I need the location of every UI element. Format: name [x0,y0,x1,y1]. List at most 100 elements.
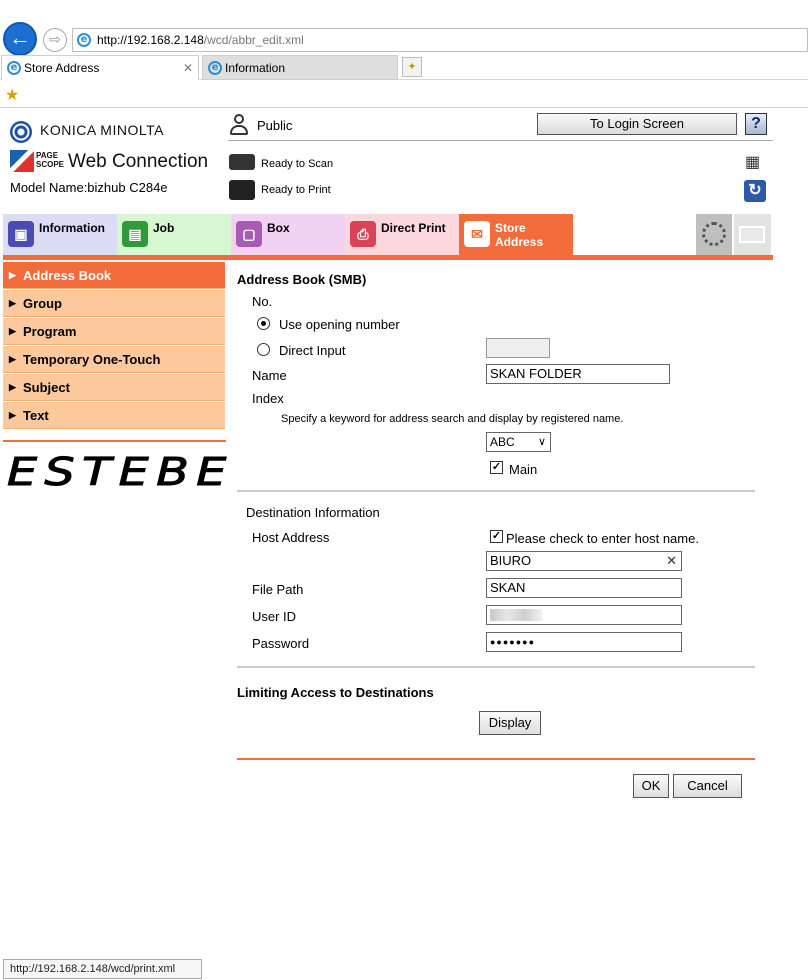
sidebar-item-group[interactable]: ▶ Group [3,290,225,317]
footer-divider [237,758,755,760]
sidebar-item-label: Text [23,408,49,423]
sidebar-item-address-book[interactable]: ▶ Address Book [3,262,225,289]
direct-input-label: Direct Input [279,343,346,358]
ie-icon: e [208,61,222,75]
main-label: Main [509,462,538,477]
ie-icon: e [77,33,91,47]
tab-label: Job [153,221,175,235]
index-hint: Specify a keyword for address search and… [281,413,624,425]
index-label: Index [252,391,284,406]
konica-minolta-logo-icon [10,121,32,143]
card-icon [739,226,765,243]
user-id-input[interactable] [486,605,682,625]
cancel-button[interactable]: Cancel [673,774,742,798]
url-host: http://192.168.2.148 [97,33,204,47]
sidebar-item-label: Subject [23,380,70,395]
user-id-label: User ID [252,609,297,624]
network-icon[interactable]: ▦ [745,152,760,172]
scanner-icon [229,154,255,170]
name-input[interactable]: SKAN FOLDER [486,364,670,384]
browser-tab-information[interactable]: e Information [202,55,398,80]
user-mode: Public [257,118,293,133]
model-name: Model Name:bizhub C284e [10,180,168,195]
name-label: Name [252,368,287,383]
triangle-right-icon: ▶ [9,382,16,392]
password-input[interactable]: ●●●●●●● [486,632,682,652]
ie-icon: e [7,61,21,75]
sidebar-item-temporary-one-touch[interactable]: ▶ Temporary One-Touch [3,346,225,373]
pagescope-label: PAGE SCOPE [36,151,65,169]
favorites-star-icon[interactable]: ★ [5,85,19,105]
display-button[interactable]: Display [479,711,541,735]
store-address-icon: ✉ [464,221,490,247]
file-path-input[interactable]: SKAN [486,578,682,598]
url-path: /wcd/abbr_edit.xml [203,33,304,47]
browser-tab-label: Information [225,61,286,75]
sidebar-item-text[interactable]: ▶ Text [3,402,225,429]
tab-job[interactable]: ▤ Job [117,214,231,255]
triangle-right-icon: ▶ [9,270,16,280]
tab-information[interactable]: ▣ Information [3,214,117,255]
sidebar-item-program[interactable]: ▶ Program [3,318,225,345]
triangle-right-icon: ▶ [9,326,16,336]
pagescope-logo-icon [10,150,34,172]
file-path-label: File Path [252,582,304,597]
tab-underline [3,255,773,260]
information-icon: ▣ [8,221,34,247]
host-name-check-label: Please check to enter host name. [506,531,699,546]
browser-chrome: ← ⇨ e http://192.168.2.148/wcd/abbr_edit… [0,0,808,108]
refresh-icon[interactable]: ↻ [744,180,766,202]
sidebar-item-label: Address Book [23,268,112,283]
sidebar-item-label: Temporary One-Touch [23,352,161,367]
form-title: Address Book (SMB) [237,272,367,287]
clear-icon[interactable]: ✕ [666,552,677,570]
host-address-input[interactable]: BIURO ✕ [486,551,682,571]
header-divider [228,140,773,141]
scan-status: Ready to Scan [261,158,334,170]
link-status-bar: http://192.168.2.148/wcd/print.xml [3,959,202,979]
host-address-label: Host Address [252,530,330,545]
browser-tab-label: Store Address [24,61,100,75]
index-select[interactable]: ABC ∨ [486,432,551,452]
tab-box[interactable]: ▢ Box [231,214,345,255]
direct-print-icon: ⎙ [350,221,376,247]
triangle-right-icon: ▶ [9,410,16,420]
ok-button[interactable]: OK [633,774,669,798]
help-icon[interactable]: ? [745,113,767,135]
use-opening-number-label: Use opening number [279,317,400,332]
print-status: Ready to Print [261,184,331,196]
index-select-value: ABC [490,435,515,449]
tab-store-address[interactable]: ✉ Store Address [459,214,573,255]
host-address-value: BIURO [490,553,532,568]
tab-label: Information [39,221,105,235]
section-divider [237,490,755,492]
tab-label: Box [267,221,290,235]
tab-label: Direct Print [381,221,446,235]
destination-info-title: Destination Information [246,505,380,520]
browser-tab-store-address[interactable]: e Store Address ✕ [1,55,199,80]
product-name: Web Connection [68,151,209,172]
tab-direct-print[interactable]: ⎙ Direct Print [345,214,459,255]
address-bar[interactable]: e http://192.168.2.148/wcd/abbr_edit.xml [72,28,808,52]
job-icon: ▤ [122,221,148,247]
tab-label: Store Address [495,221,544,249]
sidebar-item-subject[interactable]: ▶ Subject [3,374,225,401]
redacted-user-id [490,609,542,621]
limiting-access-title: Limiting Access to Destinations [237,685,434,700]
direct-input-field[interactable] [486,338,550,358]
direct-input-radio[interactable] [257,343,270,356]
triangle-right-icon: ▶ [9,298,16,308]
use-opening-number-radio[interactable] [257,317,270,330]
close-icon[interactable]: ✕ [183,56,193,80]
sidebar-item-label: Group [23,296,62,311]
password-label: Password [252,636,310,651]
sidebar-item-label: Program [23,324,77,339]
box-icon: ▢ [236,221,262,247]
new-tab-icon[interactable]: ✦ [402,57,422,77]
host-name-checkbox[interactable]: ✓ [490,530,503,543]
forward-icon[interactable]: ⇨ [43,28,67,52]
main-checkbox[interactable]: ✓ [490,461,503,474]
to-login-screen-button[interactable]: To Login Screen [537,113,737,135]
brand-name: KONICA MINOLTA [40,122,164,138]
back-icon[interactable]: ← [3,22,37,56]
